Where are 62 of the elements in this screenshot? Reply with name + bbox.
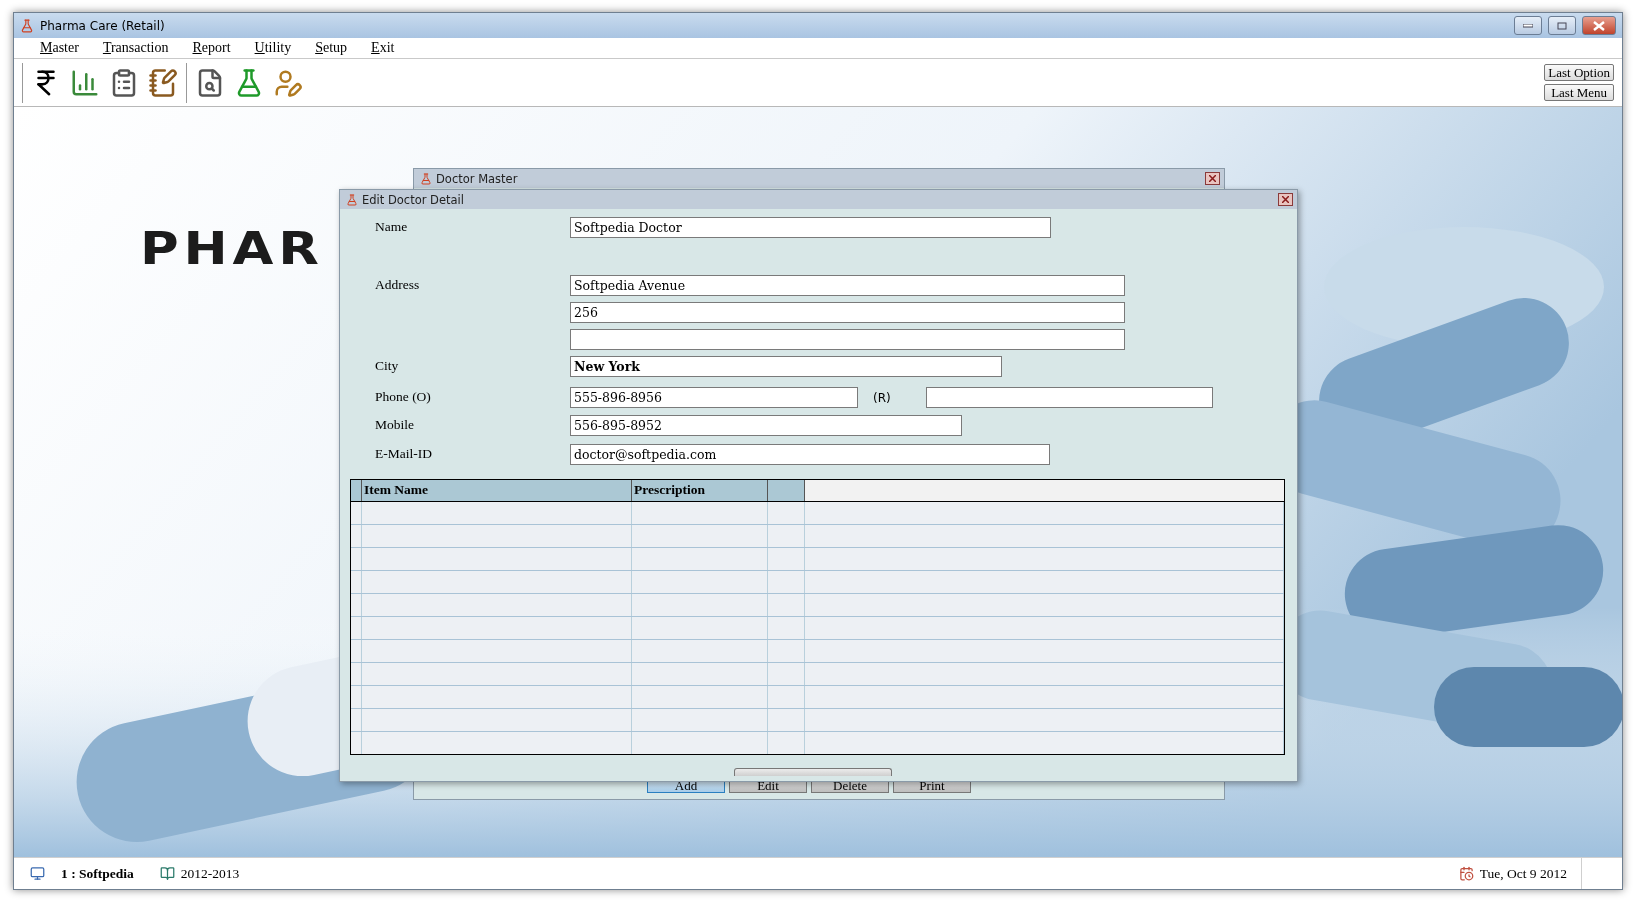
column-header: [768, 480, 805, 501]
input-field[interactable]: Softpedia Avenue: [570, 275, 1125, 296]
ok-button[interactable]: [734, 768, 892, 776]
toolbar-button[interactable]: Last Menu: [1544, 84, 1614, 101]
computer-icon: [30, 866, 45, 881]
user-status: 1 : Softpedia: [61, 865, 134, 882]
field-label: Mobile: [375, 416, 415, 433]
dialog-title: Edit Doctor Detail: [362, 192, 464, 207]
row-header: [351, 480, 362, 501]
close-button[interactable]: [1582, 16, 1616, 35]
field-label: E-Mail-ID: [375, 445, 433, 462]
menu-item[interactable]: Report: [180, 40, 243, 56]
minimize-icon: [1523, 23, 1533, 28]
input-field[interactable]: Softpedia Doctor: [570, 217, 1051, 238]
logo-text: PHAR: [140, 223, 324, 274]
table-cell: [768, 617, 805, 639]
year-status: 2012-2013: [180, 865, 240, 882]
calendar-icon: [1458, 866, 1474, 881]
input-field[interactable]: 555-896-8956: [570, 387, 858, 408]
field-label: City: [375, 357, 400, 374]
table-cell: [768, 502, 805, 524]
book-icon: [159, 866, 175, 881]
column-header: Item Name: [362, 480, 632, 501]
app-icon: [346, 193, 358, 206]
close-button[interactable]: [1205, 172, 1220, 185]
input-field[interactable]: New York: [570, 356, 1002, 377]
menu-item[interactable]: Master: [28, 40, 91, 56]
window-title: Pharma Care (Retail): [40, 18, 165, 33]
table-cell: [768, 709, 805, 731]
table-cell: [768, 548, 805, 570]
toolbar-button[interactable]: Last Option: [1544, 64, 1614, 81]
table-cell: [768, 640, 805, 662]
table-cell: [768, 594, 805, 616]
input-field[interactable]: 556-895-8952: [570, 415, 962, 436]
column-header: Prescription: [632, 480, 768, 501]
table-cell: [768, 663, 805, 685]
field-label: Phone (O): [375, 388, 432, 405]
input-field[interactable]: 256: [570, 302, 1125, 323]
table-cell: [768, 525, 805, 547]
close-icon: [1282, 196, 1289, 203]
close-button[interactable]: [1278, 193, 1293, 206]
menu-item[interactable]: Setup: [303, 40, 360, 56]
maximize-button[interactable]: [1548, 16, 1576, 35]
field-label: Address: [375, 276, 421, 293]
maximize-icon: [1557, 21, 1567, 30]
table-cell: [768, 686, 805, 708]
app-icon: [420, 172, 432, 185]
menu-item[interactable]: Utility: [242, 40, 304, 56]
input-field[interactable]: [926, 387, 1213, 408]
menu-item[interactable]: Transaction: [90, 40, 181, 56]
close-icon: [1209, 175, 1216, 182]
field-label: (R): [872, 390, 892, 405]
close-icon: [1593, 20, 1605, 31]
table-cell: [768, 571, 805, 593]
minimize-button[interactable]: [1514, 16, 1542, 35]
app-icon: [20, 18, 34, 33]
input-field[interactable]: doctor@softpedia.com: [570, 444, 1050, 465]
field-label: Name: [375, 218, 409, 235]
date-status: Tue, Oct 9 2012: [1479, 865, 1567, 882]
menu-item[interactable]: Exit: [359, 40, 407, 56]
dialog-title: Doctor Master: [436, 171, 518, 186]
input-field[interactable]: [570, 329, 1125, 350]
